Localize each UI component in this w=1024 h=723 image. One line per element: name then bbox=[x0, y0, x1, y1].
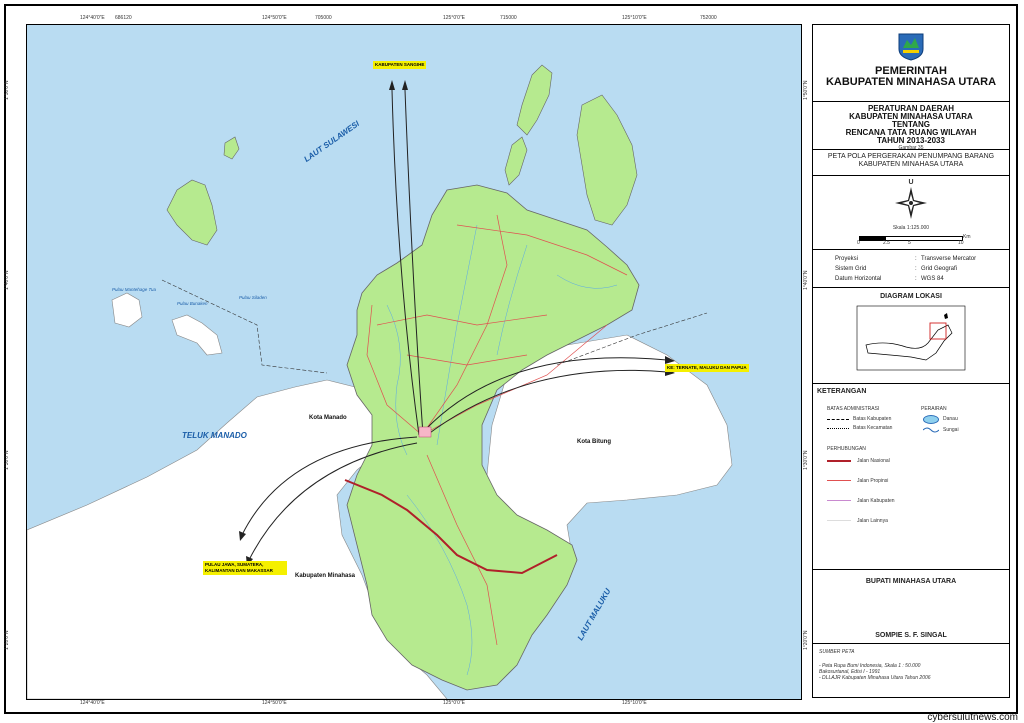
compass-section: U Skala 1:125.000 0 2.5 5 10 Km bbox=[813, 176, 1009, 250]
sumber-title: SUMBER PETA bbox=[819, 649, 855, 655]
proj-r3-key: Datum Horizontal bbox=[835, 276, 882, 282]
legend-batas-kab: Batas Kabupaten bbox=[853, 416, 892, 422]
legend-panel: PEMERINTAH KABUPATEN MINAHASA UTARA PERA… bbox=[812, 24, 1010, 698]
lat-tick-right-4: 1°20'0"N bbox=[803, 630, 809, 650]
bupati-section: BUPATI MINAHASA UTARA SOMPIE S. F. SINGA… bbox=[813, 570, 1009, 644]
label-kota-manado: Kota Manado bbox=[309, 415, 347, 421]
lat-tick-left-2: 1°40'0"N bbox=[4, 270, 10, 290]
utm-tick-top-4: 752000 bbox=[700, 15, 717, 21]
lon-tick-top-4: 125°10'0"E bbox=[622, 15, 647, 21]
projection-section: Proyeksi Transverse Mercator : Sistem Gr… bbox=[813, 250, 1009, 288]
legend-sungai: Sungai bbox=[943, 427, 959, 433]
sumber-l3: - DLLAJR Kabupaten Minahasa Utara Tahun … bbox=[819, 675, 931, 681]
label-teluk-manado: TELUK MANADO bbox=[182, 431, 247, 440]
legend-title: KETERANGAN bbox=[817, 388, 867, 395]
legend-section: KETERANGAN BATAS ADMINISTRASI Batas Kabu… bbox=[813, 384, 1009, 570]
label-pulau-mantehage: Pulau Mantehage Tua bbox=[112, 287, 156, 292]
proj-r2-val: Grid Geografi bbox=[921, 266, 958, 272]
peta-title-section: PETA POLA PERGERAKAN PENUMPANG BARANG KA… bbox=[813, 150, 1009, 176]
legend-jalan-nasional: Jalan Nasional bbox=[857, 458, 890, 464]
emblem-icon bbox=[898, 33, 924, 61]
island-bangka bbox=[576, 94, 638, 226]
label-pulau-siladen: Pulau Siladen bbox=[239, 295, 267, 300]
island-nain bbox=[223, 136, 240, 160]
lat-tick-left-1: 1°50'0"N bbox=[4, 80, 10, 100]
lat-tick-left-3: 1°30'0"N bbox=[4, 450, 10, 470]
island-siladen bbox=[171, 314, 223, 356]
utm-tick-top-3: 715000 bbox=[500, 15, 517, 21]
sumber-section: SUMBER PETA - Peta Rupa Bumi Indonesia, … bbox=[819, 649, 931, 681]
dest-jawa: PULAU JAWA, SUMATERA, KALIMANTAN DAN MAK… bbox=[203, 561, 287, 575]
dest-sangihe: KABUPATEN SANGIHE bbox=[373, 61, 427, 69]
scale-0: 0 bbox=[857, 240, 860, 246]
header-title-2: KABUPATEN MINAHASA UTARA bbox=[825, 76, 997, 88]
map-canvas bbox=[27, 64, 733, 699]
peta-title-l1: PETA POLA PERGERAKAN PENUMPANG BARANG bbox=[827, 153, 995, 160]
scale-text: Skala 1:125.000 bbox=[892, 225, 930, 231]
legend-danau: Danau bbox=[943, 416, 958, 422]
lat-tick-right-2: 1°40'0"N bbox=[803, 270, 809, 290]
island-kinabuhutan bbox=[504, 136, 528, 186]
bupati-name: SOMPIE S. F. SINGAL bbox=[875, 632, 947, 639]
lon-tick-bottom-3: 125°0'0"E bbox=[443, 700, 465, 706]
map-area[interactable]: LAUT SULAWESI TELUK MANADO LAUT MALUKU K… bbox=[26, 24, 802, 700]
scale-unit: Km bbox=[963, 234, 971, 240]
dest-ternate: KE: TERNATE, MALUKU DAN PAPUA bbox=[665, 364, 749, 372]
legend-jalan-lainnya: Jalan Lainnya bbox=[857, 518, 888, 524]
perda-section: PERATURAN DAERAH KABUPATEN MINAHASA UTAR… bbox=[813, 102, 1009, 151]
scale-bar bbox=[859, 236, 963, 241]
peta-title-l2: KABUPATEN MINAHASA UTARA bbox=[858, 161, 964, 168]
lon-tick-bottom-2: 124°50'0"E bbox=[262, 700, 287, 706]
lon-tick-top-1: 124°40'0"E bbox=[80, 15, 105, 21]
island-talise bbox=[516, 64, 553, 136]
hub-airport bbox=[418, 426, 432, 438]
legend-perhubungan: PERHUBUNGAN bbox=[827, 446, 866, 452]
label-kab-minahasa: Kabupaten Minahasa bbox=[295, 573, 356, 579]
header-section: PEMERINTAH KABUPATEN MINAHASA UTARA bbox=[813, 25, 1009, 102]
diagram-title: DIAGRAM LOKASI bbox=[880, 293, 942, 300]
bupati-title: BUPATI MINAHASA UTARA bbox=[865, 578, 957, 585]
proj-r1-key: Proyeksi bbox=[835, 256, 859, 262]
label-kota-bitung: Kota Bitung bbox=[577, 439, 611, 445]
diagram-lokasi-section: DIAGRAM LOKASI bbox=[813, 288, 1009, 384]
scale-2: 5 bbox=[908, 240, 911, 246]
lat-tick-right-1: 1°50'0"N bbox=[803, 80, 809, 100]
lat-tick-left-4: 1°20'0"N bbox=[4, 630, 10, 650]
scale-1: 2.5 bbox=[883, 240, 890, 246]
lon-tick-bottom-4: 125°10'0"E bbox=[622, 700, 647, 706]
location-inset-map bbox=[856, 305, 966, 371]
lon-tick-top-2: 124°50'0"E bbox=[262, 15, 287, 21]
legend-batas: BATAS ADMINISTRASI bbox=[827, 406, 880, 412]
legend-perairan: PERAIRAN bbox=[921, 406, 947, 412]
credit-watermark: cybersulutnews.com bbox=[927, 712, 1018, 723]
lon-tick-bottom-1: 124°40'0"E bbox=[80, 700, 105, 706]
proj-r2-key: Sistem Grid bbox=[835, 266, 867, 272]
utm-tick-top-2: 705000 bbox=[315, 15, 332, 21]
lake-icon bbox=[923, 415, 939, 424]
compass-north: U bbox=[908, 179, 914, 186]
river-icon bbox=[923, 427, 939, 433]
scale-3: 10 bbox=[958, 240, 964, 246]
legend-jalan-provinsi: Jalan Propinsi bbox=[857, 478, 889, 484]
label-pulau-bunaken: Pulau Bunaken bbox=[177, 301, 208, 306]
perda-l5: TAHUN 2013-2033 bbox=[877, 136, 945, 145]
proj-r3-val: WGS 84 bbox=[921, 276, 944, 282]
compass-rose-icon bbox=[895, 187, 927, 219]
lon-tick-top-3: 125°0'0"E bbox=[443, 15, 465, 21]
proj-r1-val: Transverse Mercator bbox=[921, 256, 977, 262]
island-mantehage-north bbox=[166, 179, 218, 246]
legend-batas-kec: Batas Kecamatan bbox=[853, 425, 893, 431]
utm-tick-top-1: 686120 bbox=[115, 15, 132, 21]
legend-jalan-kabupaten: Jalan Kabupaten bbox=[857, 498, 895, 504]
lat-tick-right-3: 1°30'0"N bbox=[803, 450, 809, 470]
island-bunaken bbox=[111, 292, 143, 328]
